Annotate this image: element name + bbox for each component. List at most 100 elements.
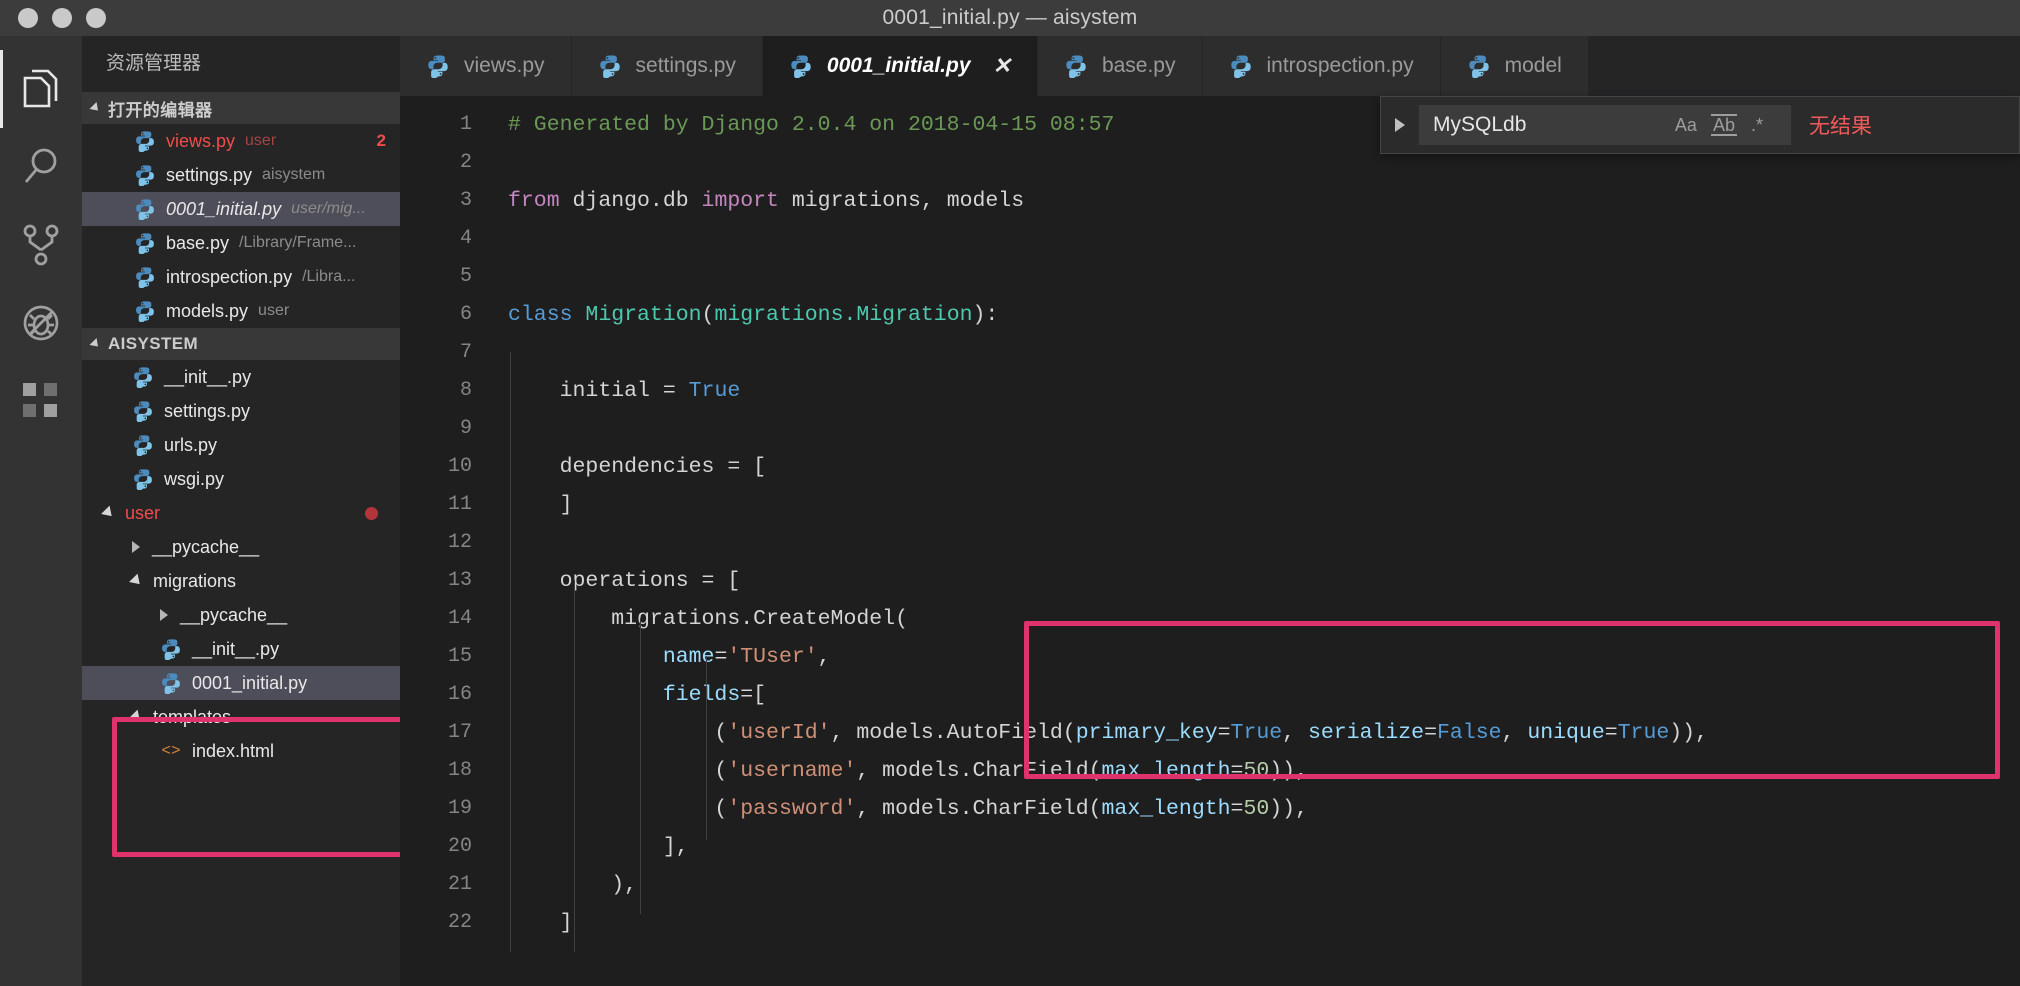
chevron-down-icon[interactable] bbox=[101, 505, 116, 521]
match-case-icon[interactable]: Aa bbox=[1675, 116, 1697, 134]
open-editor-name: settings.py bbox=[166, 164, 253, 185]
code-line: 19 ('password', models.CharField(max_len… bbox=[400, 790, 2020, 828]
code-line: 22 ] bbox=[400, 904, 2020, 942]
section-project[interactable]: AISYSTEM bbox=[82, 328, 400, 360]
tree-folder-item[interactable]: __pycache__ bbox=[82, 598, 400, 632]
code-token: max_length bbox=[1101, 797, 1231, 821]
editor-tab[interactable]: model bbox=[1440, 36, 1589, 96]
open-editor-item[interactable]: views.py user 2 bbox=[82, 124, 400, 158]
python-icon bbox=[789, 54, 813, 79]
open-editor-name: 0001_initial.py bbox=[166, 198, 282, 219]
editor-tab[interactable]: settings.py bbox=[571, 36, 763, 96]
python-icon bbox=[160, 638, 182, 661]
tree-file-item[interactable]: 0001_initial.py bbox=[82, 666, 400, 700]
find-input[interactable]: MySQLdb Aa Ab .* bbox=[1419, 105, 1791, 145]
code-token: True bbox=[1230, 721, 1283, 745]
tree-folder-item[interactable]: __pycache__ bbox=[82, 530, 400, 564]
code-line: 10 dependencies = [ bbox=[400, 448, 2020, 486]
line-content: ] bbox=[508, 904, 573, 942]
line-number: 3 bbox=[459, 189, 472, 212]
code-line: 20 ], bbox=[400, 828, 2020, 866]
tree-file-item[interactable]: <> index.html bbox=[82, 734, 400, 768]
whole-word-icon[interactable]: Ab bbox=[1710, 114, 1737, 136]
code-editor[interactable]: 1 # Generated by Django 2.0.4 on 2018-04-… bbox=[400, 96, 2020, 986]
code-line: 12 bbox=[400, 524, 2020, 562]
minimize-button[interactable] bbox=[52, 8, 72, 28]
open-editor-item[interactable]: models.py user bbox=[82, 294, 400, 328]
code-line: 15 name='TUser', bbox=[400, 638, 2020, 676]
line-content: ('password', models.CharField(max_length… bbox=[508, 790, 1308, 828]
python-icon bbox=[132, 434, 154, 457]
code-token: fields bbox=[662, 683, 741, 707]
editor-tab-label: 0001_initial.py bbox=[826, 54, 971, 77]
open-editor-item[interactable]: settings.py aisystem bbox=[82, 158, 400, 192]
open-editor-path: aisystem bbox=[262, 166, 326, 183]
tree-folder-item[interactable]: user bbox=[82, 496, 400, 530]
open-editor-item[interactable]: introspection.py/Libra... bbox=[82, 260, 400, 294]
code-token: django.db bbox=[572, 189, 702, 213]
open-editors-list: views.py user 2 settings.py aisystem 0001_ini… bbox=[82, 124, 400, 328]
code-token: 50 bbox=[1243, 759, 1270, 783]
activity-item-debug[interactable] bbox=[0, 284, 82, 362]
chevron-right-icon[interactable] bbox=[1395, 118, 1405, 132]
chevron-down-icon[interactable] bbox=[129, 573, 144, 589]
code-token: )), bbox=[1669, 721, 1708, 745]
python-icon bbox=[134, 266, 156, 289]
line-content: # Generated by Django 2.0.4 on 2018-04-1… bbox=[508, 106, 1114, 144]
tree-file-item[interactable]: settings.py bbox=[82, 394, 400, 428]
chevron-right-icon[interactable] bbox=[160, 609, 168, 621]
activity-item-search[interactable] bbox=[0, 128, 82, 206]
editor-tab-label: settings.py bbox=[635, 54, 736, 77]
find-widget[interactable]: MySQLdb Aa Ab .* 无结果 bbox=[1380, 96, 2020, 154]
code-token: , bbox=[1501, 721, 1528, 745]
code-token: name bbox=[662, 645, 715, 669]
editor-tab[interactable]: views.py bbox=[400, 36, 572, 96]
maximize-button[interactable] bbox=[86, 8, 106, 28]
editor-tab-label: base.py bbox=[1101, 54, 1176, 77]
code-token: False bbox=[1437, 721, 1502, 745]
open-editor-path: user/mig... bbox=[291, 200, 366, 217]
chevron-down-icon[interactable] bbox=[129, 709, 144, 725]
tree-file-item[interactable]: __init__.py bbox=[82, 360, 400, 394]
line-content: initial = True bbox=[508, 372, 741, 410]
code-token: ( bbox=[508, 721, 728, 745]
activity-item-source-control[interactable] bbox=[0, 206, 82, 284]
chevron-right-icon[interactable] bbox=[132, 541, 140, 553]
code-token: initial = bbox=[508, 379, 689, 403]
code-content: 1 # Generated by Django 2.0.4 on 2018-04-… bbox=[400, 96, 2020, 952]
tree-folder-item[interactable]: templates bbox=[82, 700, 400, 734]
activity-item-extensions[interactable] bbox=[0, 362, 82, 440]
section-open-editors[interactable]: 打开的编辑器 bbox=[82, 92, 400, 124]
open-editor-path: user bbox=[245, 132, 277, 149]
editor-tab[interactable]: 0001_initial.py ✕ bbox=[762, 36, 1038, 96]
close-button[interactable] bbox=[18, 8, 38, 28]
debug-disabled-icon bbox=[19, 301, 63, 345]
code-token: operations = [ bbox=[508, 569, 741, 593]
find-options: Aa Ab .* bbox=[1661, 114, 1777, 136]
activity-item-explorer[interactable] bbox=[0, 50, 82, 128]
python-icon bbox=[1467, 54, 1491, 79]
find-input-value: MySQLdb bbox=[1433, 113, 1527, 136]
open-editor-item[interactable]: base.py/Library/Frame... bbox=[82, 226, 400, 260]
editor-tab[interactable]: base.py bbox=[1037, 36, 1203, 96]
code-token: =[ bbox=[740, 683, 767, 707]
tree-file-item[interactable]: urls.py bbox=[82, 428, 400, 462]
open-editor-path: /Library/Frame... bbox=[239, 234, 357, 251]
open-editor-item[interactable]: 0001_initial.py user/mig... bbox=[82, 192, 400, 226]
regex-icon[interactable]: .* bbox=[1751, 116, 1763, 134]
tree-file-item[interactable]: wsgi.py bbox=[82, 462, 400, 496]
close-icon[interactable]: ✕ bbox=[993, 55, 1011, 77]
editor-tab[interactable]: introspection.py bbox=[1202, 36, 1441, 96]
code-line: 6 class Migration(migrations.Migration): bbox=[400, 296, 2020, 334]
editor-tab-label: model bbox=[1504, 54, 1562, 77]
window-controls bbox=[0, 8, 106, 28]
code-line: 16 fields=[ bbox=[400, 676, 2020, 714]
code-line: 14 migrations.CreateModel( bbox=[400, 600, 2020, 638]
editor-tab-label: introspection.py bbox=[1266, 54, 1414, 77]
tree-file-item[interactable]: __init__.py bbox=[82, 632, 400, 666]
tree-folder-item[interactable]: migrations bbox=[82, 564, 400, 598]
files-icon bbox=[20, 66, 62, 112]
code-line: 8 initial = True bbox=[400, 372, 2020, 410]
modified-badge bbox=[365, 506, 378, 520]
